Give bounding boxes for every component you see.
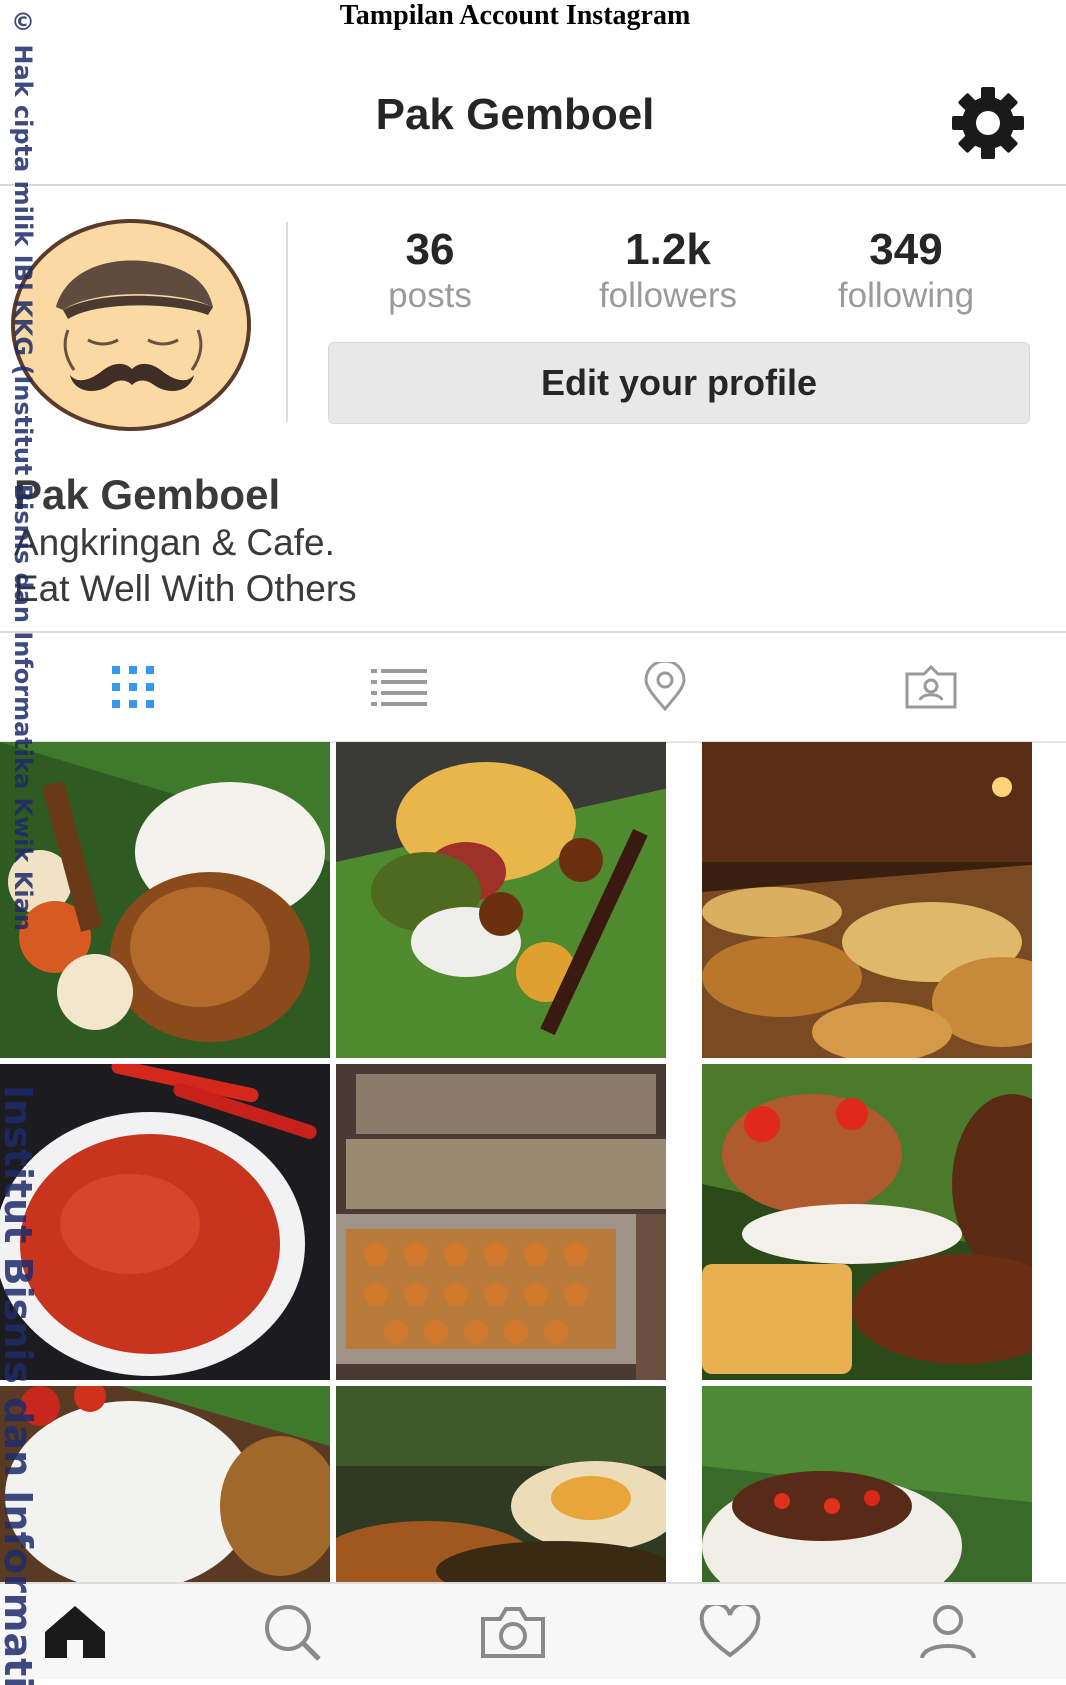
post-thumbnail[interactable] (702, 1064, 1032, 1380)
food-photo (702, 1386, 1032, 1582)
following-count: 349 (869, 225, 943, 274)
post-thumbnail[interactable] (702, 1386, 1032, 1582)
post-thumbnail[interactable] (336, 742, 666, 1058)
profile-stats: 36 posts 1.2k followers 349 following (330, 225, 1030, 325)
followers-count: 1.2k (625, 225, 711, 274)
food-photo (336, 742, 666, 1058)
food-photo (336, 1064, 666, 1380)
tab-location[interactable] (532, 633, 798, 741)
institution-watermark: Institut Bisnis dan Informatika (0, 1085, 40, 1685)
copyright-watermark: © Hak cipta milik IBI KKG (Institut Bisn… (0, 8, 37, 931)
grid-icon (112, 666, 154, 708)
header-username: Pak Gemboel (375, 90, 655, 139)
post-thumbnail[interactable] (0, 742, 330, 1058)
posts-label: posts (388, 276, 472, 315)
document-caption: Tampilan Account Instagram (339, 0, 691, 31)
tab-list[interactable] (266, 633, 532, 741)
profile-tab-bar (0, 631, 1066, 743)
food-photo (702, 1064, 1032, 1380)
bio-line: Angkringan & Cafe. (14, 522, 335, 563)
food-photo (0, 1064, 330, 1380)
profile-header: Pak Gemboel (0, 60, 1066, 186)
posts-stat[interactable]: 36 posts (330, 225, 530, 317)
edit-profile-button[interactable]: Edit your profile (328, 342, 1030, 424)
food-photo (0, 1386, 330, 1582)
profile-bio: Pak Gemboel Angkringan & Cafe. Eat Well … (14, 470, 914, 612)
nav-search[interactable] (232, 1584, 352, 1679)
post-thumbnail[interactable] (0, 1386, 330, 1582)
location-pin-icon (644, 662, 686, 712)
avatar[interactable] (8, 215, 254, 435)
tab-tagged[interactable] (798, 633, 1064, 741)
bio-name: Pak Gemboel (14, 471, 281, 518)
post-thumbnail[interactable] (336, 1064, 666, 1380)
post-thumbnail[interactable] (702, 742, 1032, 1058)
nav-camera[interactable] (453, 1584, 573, 1679)
search-icon (265, 1604, 321, 1661)
profile-icon (920, 1604, 976, 1659)
camera-icon (481, 1606, 545, 1658)
following-stat[interactable]: 349 following (806, 225, 1006, 317)
tagged-photos-icon (905, 664, 957, 709)
post-thumbnail[interactable] (336, 1386, 666, 1582)
bio-line: Eat Well With Others (14, 568, 357, 609)
food-photo (702, 742, 1032, 1058)
food-photo (336, 1386, 666, 1582)
profile-divider (286, 222, 288, 422)
posts-grid (0, 742, 1066, 1582)
gear-icon[interactable] (950, 85, 1026, 161)
post-thumbnail[interactable] (0, 1064, 330, 1380)
followers-stat[interactable]: 1.2k followers (568, 225, 768, 317)
following-label: following (837, 276, 975, 315)
bottom-navigation (0, 1582, 1066, 1679)
posts-count: 36 (405, 225, 455, 274)
list-icon (371, 669, 427, 706)
food-photo (0, 742, 330, 1058)
nav-activity[interactable] (670, 1584, 790, 1679)
nav-profile[interactable] (888, 1584, 1008, 1679)
home-icon (45, 1605, 105, 1658)
heart-icon (699, 1604, 761, 1657)
followers-label: followers (598, 276, 738, 315)
